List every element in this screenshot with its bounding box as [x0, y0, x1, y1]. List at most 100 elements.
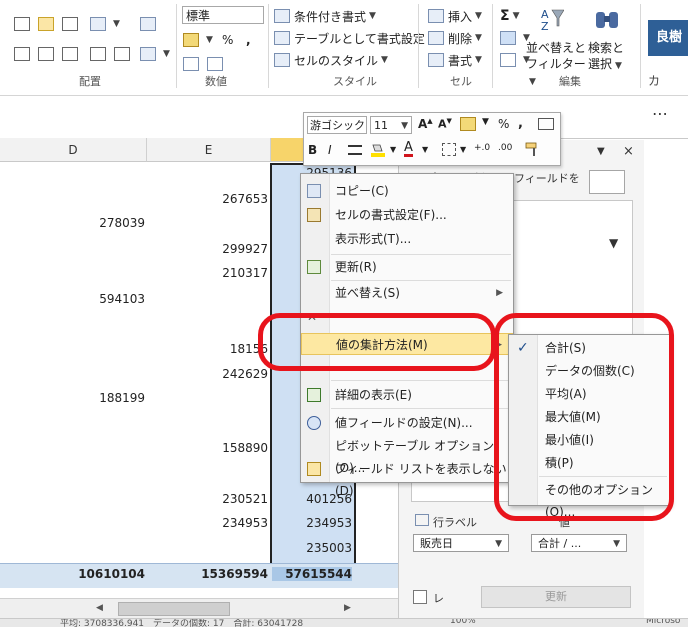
- cell-f[interactable]: 234953: [272, 516, 352, 530]
- decrease-indent-button[interactable]: [90, 44, 110, 64]
- decrease-decimal-button[interactable]: [207, 54, 227, 74]
- italic-button[interactable]: I: [328, 143, 332, 157]
- menu-item-pivot-options[interactable]: ピボットテーブル オプション(O)...: [301, 435, 513, 475]
- font-name-select[interactable]: 游ゴシック: [307, 116, 367, 134]
- row-field-chip[interactable]: 販売日 ▼: [413, 534, 509, 552]
- merge-icon[interactable]: [538, 118, 554, 130]
- cell-e[interactable]: 234953: [180, 516, 268, 530]
- autosum-button[interactable]: Σ ▼: [500, 6, 520, 26]
- decrease-indent-icon: [90, 47, 106, 61]
- chevron-down-icon[interactable]: ▼: [482, 117, 489, 127]
- align-left-button[interactable]: [14, 44, 34, 64]
- cell-e[interactable]: 210317: [180, 266, 268, 280]
- scroll-thumb[interactable]: [118, 602, 230, 616]
- font-color-icon[interactable]: A: [404, 141, 413, 157]
- wrap-text-button[interactable]: [140, 14, 160, 34]
- chevron-down-icon[interactable]: ▼: [422, 145, 428, 154]
- align-right-button[interactable]: [62, 44, 82, 64]
- cell-styles-icon: [274, 53, 290, 67]
- fill-color-icon[interactable]: [370, 143, 386, 157]
- menu-item-copy[interactable]: コピー(C): [301, 180, 513, 202]
- menu-item-format-cells[interactable]: セルの書式設定(F)...: [301, 204, 513, 226]
- chevron-down-icon: ▼: [163, 49, 170, 59]
- find-select-button[interactable]: 検索と 選択 ▼: [588, 40, 632, 74]
- menu-item-refresh[interactable]: 更新(R): [301, 256, 513, 278]
- column-header-d[interactable]: D: [0, 138, 147, 162]
- column-header-e[interactable]: E: [147, 138, 271, 162]
- style-good-tile[interactable]: 良樹: [648, 20, 688, 56]
- delete-icon: [428, 31, 444, 45]
- chevron-down-icon[interactable]: ▼: [460, 145, 466, 154]
- align-center-button[interactable]: [38, 44, 58, 64]
- cell-e[interactable]: 267653: [180, 192, 268, 206]
- ribbon-separator: [268, 4, 269, 88]
- chevron-down-icon: ▼: [512, 11, 520, 21]
- conditional-format-label: 条件付き書式: [294, 9, 367, 24]
- delete-cells-button[interactable]: 削除 ▼: [428, 28, 482, 48]
- menu-item-show-details[interactable]: 詳細の表示(E): [301, 384, 513, 406]
- conditional-format-button[interactable]: 条件付き書式 ▼: [274, 6, 376, 26]
- cell-d[interactable]: 188199: [60, 391, 145, 405]
- zoom-level[interactable]: 100%: [450, 619, 476, 626]
- orientation-button[interactable]: ▼: [90, 14, 120, 34]
- menu-separator: [331, 408, 511, 409]
- comma-style-button[interactable]: ,: [246, 30, 251, 50]
- menu-item-number-format[interactable]: 表示形式(T)...: [301, 228, 513, 250]
- increase-decimal-icon[interactable]: +.0: [474, 143, 490, 153]
- number-format-select[interactable]: 標準: [182, 6, 264, 24]
- format-painter-icon[interactable]: [524, 141, 540, 157]
- defer-update-checkbox[interactable]: [413, 590, 427, 604]
- cell-d[interactable]: 594103: [60, 292, 145, 306]
- total-f[interactable]: 57615544: [272, 567, 352, 581]
- increase-decimal-button[interactable]: [183, 54, 203, 74]
- chevron-down-icon[interactable]: ▼: [390, 145, 396, 154]
- menu-item-value-field-settings[interactable]: 値フィールドの設定(N)...: [301, 412, 513, 434]
- cell-e[interactable]: 158890: [180, 441, 268, 455]
- more-options-icon[interactable]: ⋯: [652, 104, 668, 123]
- scroll-left-icon[interactable]: ◀: [96, 603, 103, 613]
- bold-button[interactable]: B: [308, 143, 317, 157]
- chevron-down-icon: ▼: [475, 11, 482, 21]
- align-top-button[interactable]: [14, 14, 34, 34]
- percent-style-button[interactable]: %: [222, 30, 233, 50]
- currency-format-button[interactable]: ▼: [183, 30, 213, 50]
- cell-f[interactable]: 235003: [272, 541, 352, 555]
- decrease-decimal-icon[interactable]: .00: [498, 143, 512, 153]
- layout-button[interactable]: [589, 170, 625, 194]
- percent-button[interactable]: %: [498, 117, 509, 131]
- scroll-right-icon[interactable]: ▶: [344, 603, 351, 613]
- cell-e[interactable]: 242629: [180, 367, 268, 381]
- cell-d[interactable]: 278039: [60, 216, 145, 230]
- shrink-font-icon[interactable]: A▼: [438, 117, 452, 131]
- update-button[interactable]: 更新: [481, 586, 631, 608]
- cell-styles-button[interactable]: セルのスタイル ▼: [274, 50, 388, 70]
- menu-item-sort[interactable]: 並べ替え(S) ▶: [301, 282, 513, 304]
- merge-center-button[interactable]: ▼: [140, 44, 170, 64]
- grow-font-icon[interactable]: A▲: [418, 117, 433, 131]
- increase-indent-icon: [114, 47, 130, 61]
- group-label-editing: 編集: [559, 75, 581, 88]
- cell-e[interactable]: 18156: [180, 342, 268, 356]
- align-center-icon[interactable]: [348, 145, 362, 155]
- value-field-chip[interactable]: 合計 / ... ▼: [531, 534, 627, 552]
- borders-icon[interactable]: [442, 143, 456, 156]
- format-as-table-button[interactable]: テーブルとして書式設定▼: [274, 28, 435, 48]
- total-d[interactable]: 10610104: [40, 567, 145, 581]
- horizontal-scrollbar[interactable]: ◀ ▶: [0, 598, 398, 619]
- close-icon[interactable]: ×: [623, 144, 634, 159]
- cell-e[interactable]: 299927: [180, 242, 268, 256]
- align-middle-button[interactable]: [38, 14, 58, 34]
- ribbon-separator: [492, 4, 493, 88]
- align-bottom-button[interactable]: [62, 14, 82, 34]
- increase-indent-button[interactable]: [114, 44, 134, 64]
- currency-icon[interactable]: [460, 117, 476, 131]
- total-e[interactable]: 15369594: [150, 567, 268, 581]
- field-settings-icon: [307, 416, 321, 430]
- pane-menu-chevron-icon[interactable]: ▼: [597, 146, 605, 157]
- cell-e[interactable]: 230521: [180, 492, 268, 506]
- format-cells-button[interactable]: 書式 ▼: [428, 50, 482, 70]
- font-size-select[interactable]: 11 ▼: [370, 116, 412, 134]
- menu-item-hide-field-list[interactable]: フィールド リストを表示しない(D): [301, 458, 513, 498]
- comma-button[interactable]: ,: [518, 116, 523, 131]
- insert-cells-button[interactable]: 挿入 ▼: [428, 6, 482, 26]
